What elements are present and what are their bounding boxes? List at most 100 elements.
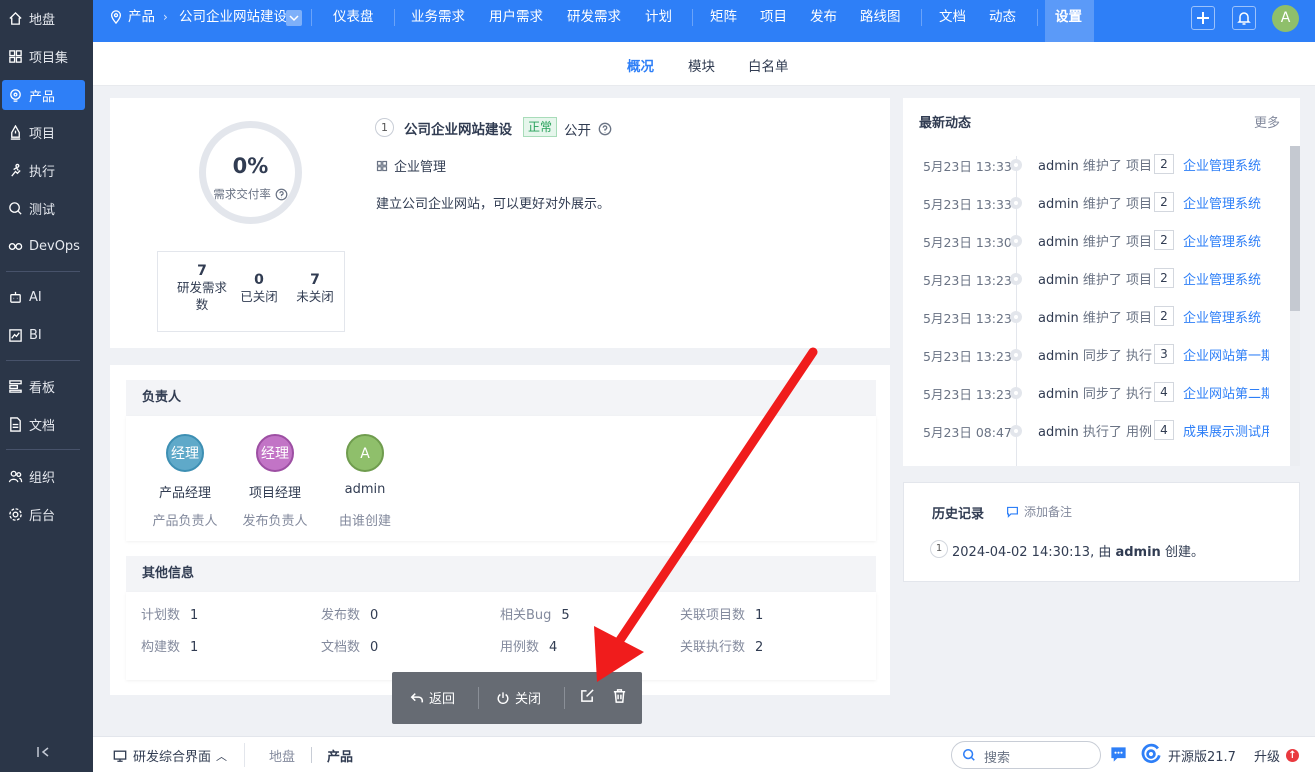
tab-project[interactable]: 项目: [760, 0, 787, 35]
search-input[interactable]: 搜索: [951, 741, 1101, 769]
bottom-bar: 研发综合界面 ︿ 地盘 产品 搜索 开源版21.7 升级 ↑: [93, 736, 1315, 772]
help-icon[interactable]: [275, 188, 288, 201]
subtab-whitelist[interactable]: 白名单: [748, 55, 789, 75]
info-value: 1: [755, 608, 764, 623]
object-link[interactable]: 企业管理系统: [1183, 193, 1269, 212]
object-link[interactable]: 企业管理系统: [1183, 155, 1269, 174]
dynamic-action: admin 维护了 项目: [1038, 269, 1152, 288]
tab-roadmap[interactable]: 路线图: [860, 0, 901, 35]
sidebar-item-doc[interactable]: 文档: [0, 409, 93, 439]
info-value: 4: [549, 640, 558, 655]
object-link[interactable]: 企业网站第一期: [1183, 345, 1269, 364]
dynamics-scrollbar[interactable]: [1290, 146, 1300, 466]
tab-doc[interactable]: 文档: [939, 0, 966, 35]
delete-button[interactable]: [612, 688, 627, 703]
grid-icon: [376, 160, 388, 172]
scrollbar-thumb[interactable]: [1290, 146, 1300, 311]
subtab-module[interactable]: 模块: [688, 55, 715, 75]
comment-icon: [1006, 505, 1019, 518]
stat-label-cont: 数: [195, 297, 209, 312]
notification-button[interactable]: [1232, 6, 1256, 30]
breadcrumb-product[interactable]: 公司企业网站建设: [179, 0, 287, 35]
sidebar-item-devops[interactable]: DevOps: [0, 231, 93, 261]
other-info-header: 其他信息: [126, 556, 876, 592]
breadcrumb-root[interactable]: 产品: [128, 0, 155, 35]
add-button[interactable]: [1191, 6, 1215, 30]
avatar-text: 经理: [261, 446, 289, 462]
nav-separator: [394, 9, 395, 26]
back-label: 返回: [429, 692, 456, 707]
toolbar-separator: [564, 687, 565, 709]
tab-dev-req[interactable]: 研发需求: [567, 0, 621, 35]
sidebar-item-test[interactable]: 测试: [0, 193, 93, 223]
avatar: 经理: [166, 434, 204, 472]
infinity-icon: [8, 239, 23, 254]
sidebar-item-admin[interactable]: 后台: [0, 499, 93, 529]
info-execution-count: 关联执行数 2: [680, 636, 763, 655]
edit-button[interactable]: [580, 688, 595, 703]
object-link[interactable]: 成果展示测试用例: [1183, 421, 1269, 440]
collapse-sidebar-icon[interactable]: [35, 744, 51, 760]
chat-icon[interactable]: [1109, 745, 1128, 764]
tab-user-req[interactable]: 用户需求: [489, 0, 543, 35]
sidebar-item-product[interactable]: 产品: [2, 80, 85, 110]
sidebar-item-org[interactable]: 组织: [0, 461, 93, 491]
tab-matrix[interactable]: 矩阵: [710, 0, 737, 35]
dynamic-action: admin 同步了 执行: [1038, 383, 1152, 402]
tab-plan[interactable]: 计划: [645, 0, 672, 35]
product-switch-dropdown[interactable]: [286, 10, 302, 26]
edition-label[interactable]: 开源版21.7: [1168, 746, 1236, 765]
sidebar-item-home[interactable]: 地盘: [0, 3, 93, 33]
edit-icon: [580, 688, 595, 703]
dynamic-action: admin 维护了 项目: [1038, 231, 1152, 250]
object-id-badge: 2: [1154, 268, 1174, 288]
info-key: 发布数: [321, 608, 361, 623]
nav-separator: [692, 9, 693, 26]
run-icon: [8, 163, 23, 178]
close-product-button[interactable]: 关闭: [496, 688, 541, 707]
stat-value: 7: [197, 263, 207, 279]
tab-dynamic[interactable]: 动态: [989, 0, 1016, 35]
object-link[interactable]: 企业管理系统: [1183, 231, 1269, 250]
tab-dashboard[interactable]: 仪表盘: [333, 0, 374, 35]
add-note-button[interactable]: 添加备注: [1006, 503, 1072, 520]
help-icon[interactable]: [598, 122, 612, 136]
sidebar-item-kanban[interactable]: 看板: [0, 371, 93, 401]
upgrade-link[interactable]: 升级: [1254, 746, 1280, 765]
info-doc-count: 文档数 0: [321, 636, 378, 655]
dynamic-verb: 同步了 执行: [1082, 349, 1153, 364]
sidebar-item-execution[interactable]: 执行: [0, 155, 93, 185]
workspace-switcher[interactable]: 研发综合界面 ︿: [113, 746, 227, 765]
object-id-badge: 2: [1154, 192, 1174, 212]
dynamic-action: admin 维护了 项目: [1038, 307, 1152, 326]
action-toolbar: 返回 关闭: [392, 672, 642, 724]
home-icon: [8, 11, 23, 26]
object-link[interactable]: 企业网站第二期: [1183, 383, 1269, 402]
info-plan-count: 计划数 1: [141, 604, 198, 623]
product-overview-panel: 0% 需求交付率 7 研发需求 数 0 已关闭 7 未关闭 1 公司企业网站建设…: [110, 98, 890, 348]
avatar: A: [346, 434, 384, 472]
sidebar-item-project[interactable]: 项目: [0, 117, 93, 147]
history-panel: 历史记录 添加备注 1 2024-04-02 14:30:13, 由 admin…: [903, 482, 1300, 582]
back-button[interactable]: 返回: [410, 688, 455, 707]
product-line: 企业管理: [376, 156, 446, 175]
sidebar-item-label: 产品: [29, 89, 56, 105]
tab-settings[interactable]: 设置: [1055, 0, 1082, 35]
sidebar-item-bi[interactable]: BI: [0, 320, 93, 350]
object-link[interactable]: 企业管理系统: [1183, 269, 1269, 288]
nav-separator: [311, 9, 312, 26]
dynamics-more-link[interactable]: 更多: [1254, 112, 1280, 131]
bottom-crumb-home[interactable]: 地盘: [269, 746, 295, 765]
bottom-separator: [244, 743, 245, 767]
gear-icon: [8, 507, 23, 522]
timeline-dot: [1010, 387, 1022, 399]
tab-release[interactable]: 发布: [810, 0, 837, 35]
sidebar-item-program[interactable]: 项目集: [0, 41, 93, 71]
sidebar-item-ai[interactable]: AI: [0, 282, 93, 312]
tab-business-req[interactable]: 业务需求: [411, 0, 465, 35]
user-avatar[interactable]: A: [1272, 5, 1299, 32]
info-value: 5: [561, 608, 570, 623]
timeline-dot: [1010, 235, 1022, 247]
subtab-overview[interactable]: 概况: [627, 55, 654, 75]
object-link[interactable]: 企业管理系统: [1183, 307, 1269, 326]
